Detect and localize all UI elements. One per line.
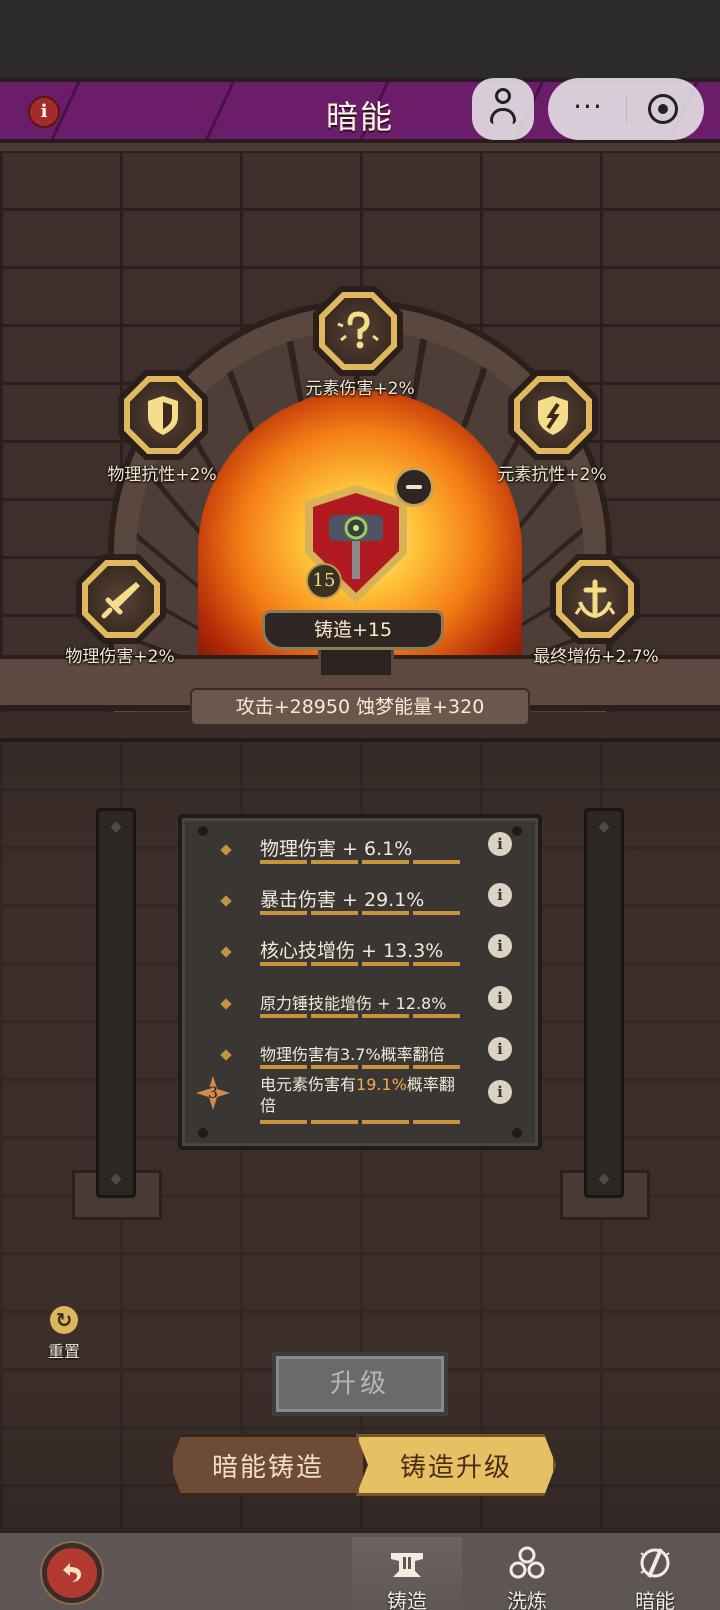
anchor-burst-icon: [574, 579, 616, 619]
nav-tab-label: 洗炼: [507, 1589, 547, 1610]
miniprogram-capsule: ···: [548, 78, 704, 140]
node-label-physical-damage: 物理伤害+2%: [65, 647, 175, 667]
shield-icon: [148, 396, 178, 435]
person-icon: [490, 88, 516, 126]
info-icon[interactable]: i: [488, 883, 512, 907]
reset-button[interactable]: ↻ 重置: [40, 1306, 88, 1362]
tab-dark-forge[interactable]: 暗能铸造: [170, 1434, 366, 1496]
dark-energy-icon: [640, 1548, 670, 1578]
attribute-bar: [260, 911, 460, 915]
attribute-text: 暴击伤害 + 29.1%: [260, 889, 425, 911]
attribute-bar: [260, 860, 460, 864]
info-icon[interactable]: i: [488, 832, 512, 856]
back-button[interactable]: [42, 1543, 102, 1603]
close-target-icon[interactable]: [648, 94, 678, 124]
bottom-nav: 铸造 洗炼 暗能: [0, 1528, 720, 1610]
nav-tab-dark-energy[interactable]: 暗能: [600, 1537, 710, 1610]
info-icon[interactable]: i: [488, 986, 512, 1010]
more-dots-icon[interactable]: ···: [566, 90, 610, 123]
weapon-level-badge: 15: [306, 563, 342, 599]
triple-circle-icon: [509, 1546, 545, 1579]
node-element-damage[interactable]: [313, 286, 403, 376]
tab-forge-upgrade[interactable]: 铸造升级: [356, 1434, 556, 1496]
tier-star-icon: 3: [196, 1076, 230, 1110]
attribute-text: 原力锤技能增伤 + 12.8%: [260, 994, 447, 1013]
unequip-minus-button[interactable]: [394, 467, 434, 507]
attribute-text: 物理伤害有3.7%概率翻倍: [260, 1045, 445, 1064]
attribute-bar: [260, 1065, 460, 1069]
nav-tab-forge[interactable]: 铸造: [352, 1537, 462, 1610]
pillar-left: [96, 808, 136, 1198]
attribute-bar: [260, 1014, 460, 1018]
attribute-bar: [260, 962, 460, 966]
back-arrow-icon: [63, 1563, 82, 1582]
node-final-damage[interactable]: [550, 554, 640, 644]
upgrade-button[interactable]: 升级: [272, 1352, 448, 1416]
node-label-physical-resistance: 物理抗性+2%: [107, 465, 217, 485]
info-icon[interactable]: i: [488, 1080, 512, 1104]
node-label-final-damage: 最终增伤+2.7%: [533, 647, 659, 667]
node-physical-damage[interactable]: [76, 554, 166, 644]
info-icon[interactable]: i: [488, 1037, 512, 1061]
node-label-element-resistance: 元素抗性+2%: [497, 465, 607, 485]
reset-label: 重置: [47, 1342, 80, 1361]
nav-tab-refine[interactable]: 洗炼: [472, 1537, 582, 1610]
attribute-text: 核心技增伤 + 13.3%: [260, 940, 444, 962]
node-label-element-damage: 元素伤害+2%: [305, 379, 415, 399]
pillar-right: [584, 808, 624, 1198]
sword-icon: [101, 582, 140, 619]
capsule-divider: [626, 94, 627, 124]
attribute-text: 电元素伤害有19.1%概率翻倍: [260, 1075, 455, 1115]
anvil-base: [318, 648, 394, 678]
profile-button[interactable]: [472, 78, 534, 140]
forge-level-label: 铸造+15: [313, 619, 393, 641]
nav-tab-label: 铸造: [387, 1589, 427, 1610]
attribute-highlight: 19.1%: [356, 1075, 407, 1094]
nav-tab-label: 暗能: [635, 1589, 675, 1610]
stats-summary: 攻击+28950 蚀梦能量+320: [190, 688, 530, 726]
node-element-resistance[interactable]: [508, 370, 598, 460]
question-mark-icon: [337, 311, 379, 349]
attribute-panel: 物理伤害 + 6.1% i 暴击伤害 + 29.1% i 核心技增伤 + 13.…: [178, 814, 542, 1150]
attribute-bar: [260, 1120, 460, 1124]
refresh-icon: ↻: [50, 1306, 78, 1334]
attribute-text: 物理伤害 + 6.1%: [260, 838, 413, 860]
anvil: 铸造+15: [262, 610, 444, 650]
anvil-icon: [391, 1553, 423, 1577]
node-physical-resistance[interactable]: [118, 370, 208, 460]
element-shield-icon: [538, 396, 568, 435]
info-icon[interactable]: i: [488, 934, 512, 958]
